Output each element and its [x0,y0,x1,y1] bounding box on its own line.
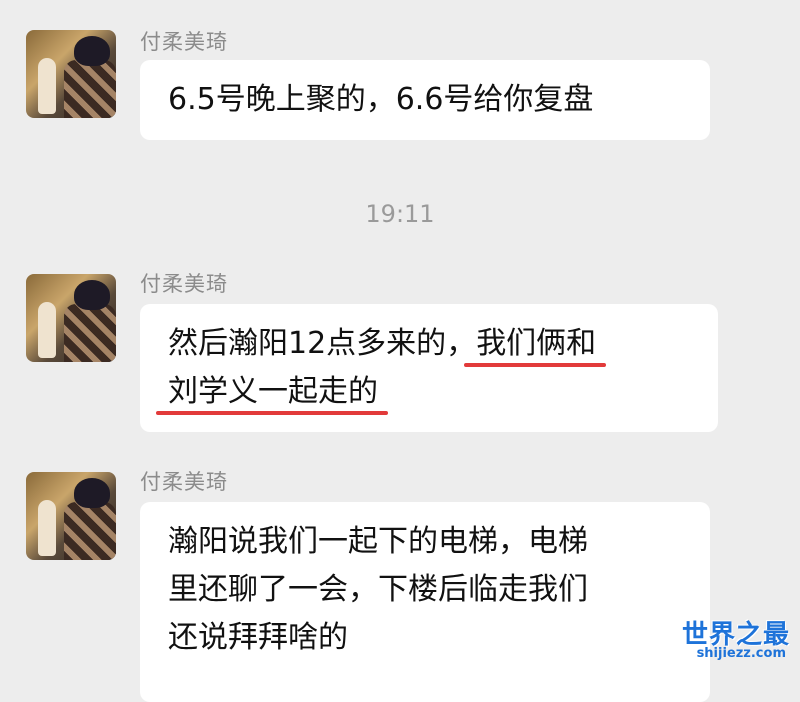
message-text: 还说拜拜啥的 [168,620,348,655]
message-text: 然后瀚阳12点多来的， [168,326,477,361]
timestamp: 19:11 [365,200,435,228]
sender-avatar[interactable] [26,30,116,118]
sender-name: 付柔美琦 [140,30,228,54]
message-text: 6.5号晚上聚的，6.6号给你复盘 [168,82,594,117]
watermark-url: shijiezz.com [696,646,786,661]
watermark-logo: 世界之最 shijiezz.com [678,614,790,662]
message-line-2: 刘学义一起走的 [168,368,694,416]
underlined-text: 刘学义一起走的 [168,374,378,409]
underlined-text: 我们俩和 [476,326,597,361]
message-line-1: 然后瀚阳12点多来的，我们俩和 [168,320,694,368]
message-bubble[interactable]: 然后瀚阳12点多来的，我们俩和 刘学义一起走的 [140,304,718,432]
message-text: 瀚阳说我们一起下的电梯，电梯 [168,524,588,559]
sender-name: 付柔美琦 [140,272,228,296]
message-bubble[interactable]: 瀚阳说我们一起下的电梯，电梯 里还聊了一会，下楼后临走我们 还说拜拜啥的 [140,502,710,702]
sender-avatar[interactable] [26,274,116,362]
sender-name: 付柔美琦 [140,470,228,494]
sender-avatar[interactable] [26,472,116,560]
message-bubble[interactable]: 6.5号晚上聚的，6.6号给你复盘 [140,60,710,140]
message-text: 里还聊了一会，下楼后临走我们 [168,572,588,607]
